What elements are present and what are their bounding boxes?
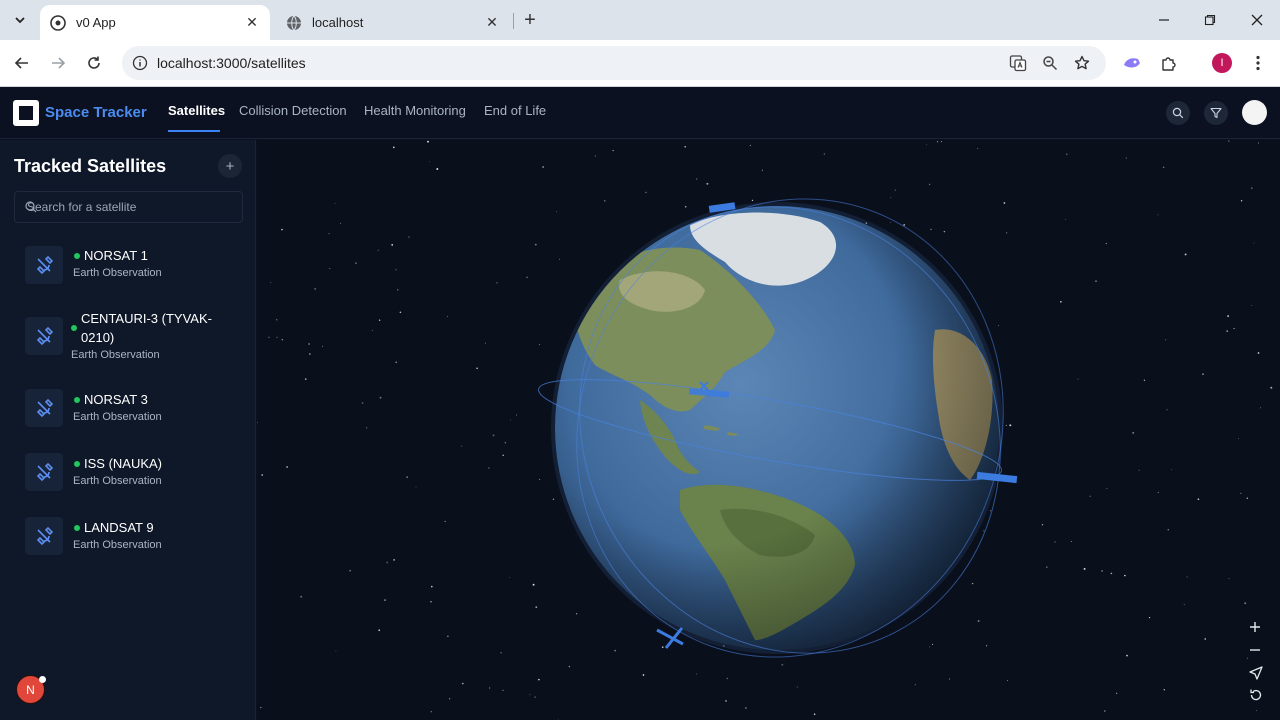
puzzle-extensions-icon[interactable]	[1158, 52, 1180, 74]
badge-indicator	[39, 676, 46, 683]
satellite-icon	[25, 453, 63, 491]
search-input[interactable]	[27, 192, 237, 222]
nav-end-of-life[interactable]: End of Life	[484, 103, 546, 118]
nav-collision-detection[interactable]: Collision Detection	[239, 103, 347, 118]
app-header: Space Tracker Satellites Collision Detec…	[0, 88, 1280, 139]
new-tab-icon[interactable]: +	[520, 9, 540, 31]
browser-toolbar: localhost:3000/satellites	[0, 40, 1280, 87]
satellite-search	[14, 191, 243, 223]
satellite-icon	[25, 246, 63, 284]
satellite-type: Earth Observation	[73, 475, 162, 487]
reset-view-icon[interactable]	[1249, 688, 1269, 708]
nav-health-monitoring[interactable]: Health Monitoring	[364, 103, 466, 118]
tab-divider	[513, 13, 514, 29]
satellite-list-item[interactable]: NORSAT 3 Earth Observation	[14, 380, 243, 436]
status-dot	[74, 525, 80, 531]
close-tab-icon[interactable]: ✕	[244, 14, 260, 31]
satellite-name: NORSAT 3	[84, 392, 148, 407]
address-bar[interactable]: localhost:3000/satellites	[122, 46, 1106, 80]
satellite-name-line2: 0210)	[81, 330, 115, 345]
browser-tabstrip: v0 App ✕ localhost ✕ +	[0, 0, 1280, 40]
satellite-list-item[interactable]: CENTAURI-3 (TYVAK- 0210) Earth Observati…	[14, 304, 243, 370]
status-dot	[74, 461, 80, 467]
forward-arrow-icon[interactable]	[46, 51, 70, 75]
user-avatar[interactable]	[1242, 100, 1267, 125]
satellite-sidebar: Tracked Satellites + NORSAT 1 Earth Obse…	[0, 140, 256, 720]
app-logo-icon[interactable]	[13, 100, 39, 126]
translate-icon[interactable]	[1007, 52, 1029, 74]
restore-icon[interactable]	[1198, 8, 1222, 32]
minimize-icon[interactable]	[1152, 8, 1176, 32]
back-arrow-icon[interactable]	[10, 51, 34, 75]
close-window-icon[interactable]	[1245, 8, 1269, 32]
browser-tab-active[interactable]: v0 App ✕	[40, 5, 270, 40]
close-tab-icon[interactable]: ✕	[484, 14, 500, 31]
status-dot	[74, 397, 80, 403]
filter-icon[interactable]	[1204, 101, 1228, 125]
satellite-type: Earth Observation	[73, 267, 162, 279]
satellite-name: ISS (NAUKA)	[84, 456, 163, 471]
reload-icon[interactable]	[82, 51, 106, 75]
browser-tab[interactable]: localhost ✕	[276, 5, 510, 40]
navigate-icon[interactable]	[1249, 666, 1269, 686]
satellite-type: Earth Observation	[73, 411, 162, 423]
zoom-icon[interactable]	[1039, 52, 1061, 74]
zoom-in-icon[interactable]	[1249, 621, 1269, 641]
active-nav-indicator	[168, 130, 220, 132]
nav-satellites[interactable]: Satellites	[168, 103, 225, 118]
satellite-list-item[interactable]: LANDSAT 9 Earth Observation	[14, 508, 243, 564]
url-text: localhost:3000/satellites	[157, 55, 306, 71]
satellite-name: LANDSAT 9	[84, 520, 154, 535]
satellite-type: Earth Observation	[73, 539, 162, 551]
satellite-name: NORSAT 1	[84, 248, 148, 263]
bookmark-star-icon[interactable]	[1071, 52, 1093, 74]
satellite-list-item[interactable]: NORSAT 1 Earth Observation	[14, 236, 243, 292]
satellite-marker[interactable]	[656, 627, 684, 649]
add-satellite-button[interactable]: +	[218, 154, 242, 178]
satellite-icon	[25, 517, 63, 555]
satellite-icon	[25, 317, 63, 355]
tab-title: v0 App	[76, 15, 116, 30]
globe-icon	[286, 15, 302, 31]
earth-globe[interactable]	[257, 140, 1280, 720]
chrome-icon	[50, 14, 66, 31]
satellite-icon	[25, 389, 63, 427]
menu-kebab-icon[interactable]	[1247, 52, 1269, 74]
extension-icon[interactable]	[1121, 52, 1143, 74]
satellite-list-item[interactable]: ISS (NAUKA) Earth Observation	[14, 444, 243, 500]
profile-avatar[interactable]: I	[1212, 53, 1232, 73]
globe-view[interactable]	[257, 140, 1280, 720]
search-icon[interactable]	[1166, 101, 1190, 125]
satellite-name-line1: CENTAURI-3 (TYVAK-	[81, 311, 212, 326]
brand-name[interactable]: Space Tracker	[45, 104, 147, 121]
tab-title: localhost	[312, 15, 364, 30]
status-dot	[71, 325, 77, 331]
status-dot	[74, 253, 80, 259]
satellite-type: Earth Observation	[71, 349, 160, 361]
zoom-out-icon[interactable]	[1249, 644, 1269, 664]
site-info-icon[interactable]	[128, 51, 152, 75]
tab-search-chevron-icon[interactable]	[8, 8, 32, 32]
sidebar-title: Tracked Satellites	[14, 156, 167, 176]
